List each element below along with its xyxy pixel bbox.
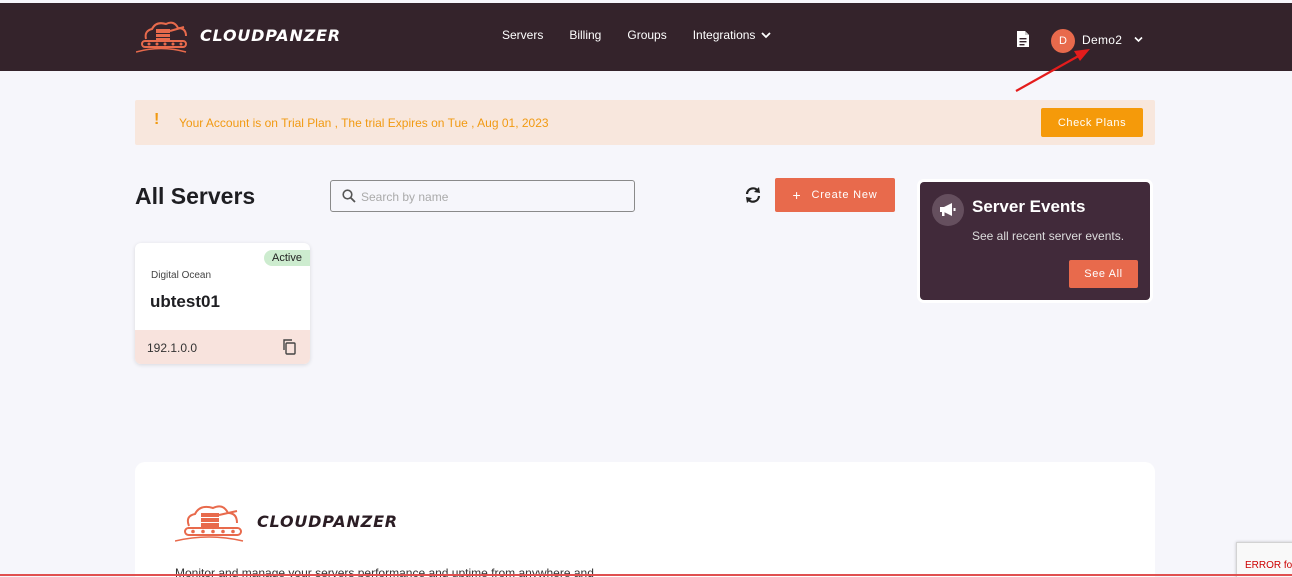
nav-integrations[interactable]: Integrations [693, 28, 772, 42]
nav-servers[interactable]: Servers [502, 28, 543, 42]
server-ip: 192.1.0.0 [147, 341, 198, 355]
chevron-down-icon[interactable] [1134, 36, 1143, 43]
search-icon [342, 189, 356, 203]
annotation-arrow-icon [1015, 49, 1090, 92]
brand-name: CLOUDPANZER [200, 25, 341, 45]
recaptcha-error-text: ERROR for [1245, 560, 1292, 571]
copy-icon[interactable] [282, 339, 297, 355]
plus-icon: + [792, 187, 802, 203]
chevron-down-icon [761, 32, 772, 39]
search-input[interactable] [361, 187, 621, 207]
footer-brand-name: CLOUDPANZER [257, 511, 398, 531]
trial-banner: ! Your Account is on Trial Plan , The tr… [135, 100, 1155, 145]
trial-message: Your Account is on Trial Plan , The tria… [179, 116, 549, 130]
tank-cloud-logo-icon [136, 21, 187, 53]
tank-cloud-logo-icon [175, 505, 244, 542]
see-all-button[interactable]: See All [1069, 260, 1138, 288]
top-navbar: CLOUDPANZER Servers Billing Groups Integ… [0, 3, 1292, 71]
status-badge: Active [264, 250, 310, 266]
footer-logo: CLOUDPANZER [175, 500, 398, 542]
nav-billing[interactable]: Billing [569, 28, 601, 42]
megaphone-icon [932, 194, 964, 226]
warning-icon: ! [154, 111, 160, 128]
server-card-footer: 192.1.0.0 [135, 330, 310, 364]
main-nav: Servers Billing Groups Integrations [502, 28, 797, 42]
bottom-divider [0, 574, 1292, 576]
search-box [330, 180, 635, 212]
recaptcha-badge[interactable]: ERROR for [1236, 542, 1292, 577]
server-provider: Digital Ocean [151, 270, 212, 281]
footer-card: CLOUDPANZER Monitor and manage your serv… [135, 462, 1155, 577]
create-new-label: Create New [811, 189, 878, 201]
server-events-title: Server Events [972, 197, 1086, 216]
create-new-button[interactable]: + Create New [775, 178, 895, 212]
nav-groups[interactable]: Groups [627, 28, 666, 42]
server-name[interactable]: ubtest01 [150, 292, 220, 312]
nav-integrations-label: Integrations [692, 28, 756, 42]
check-plans-button[interactable]: Check Plans [1041, 108, 1143, 137]
server-card[interactable]: Active Digital Ocean ubtest01 192.1.0.0 [135, 243, 310, 364]
server-events-subtitle: See all recent server events. [972, 229, 1125, 243]
server-events-panel: Server Events See all recent server even… [920, 182, 1150, 300]
brand-logo[interactable]: CLOUDPANZER [136, 17, 341, 53]
refresh-icon[interactable] [742, 184, 764, 206]
page-title: All Servers [135, 183, 256, 209]
